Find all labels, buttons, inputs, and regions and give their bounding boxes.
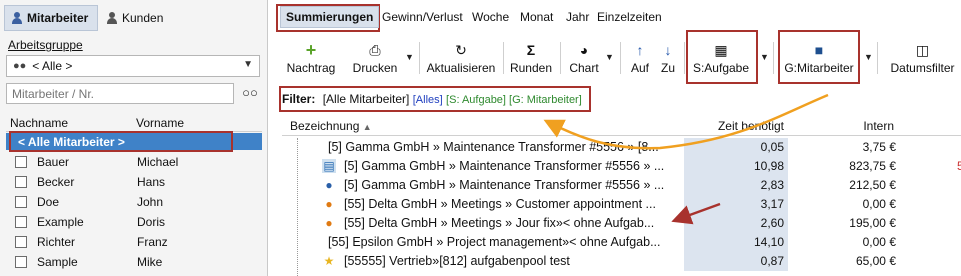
annotation-arrows <box>543 93 829 225</box>
orange-arrow <box>543 93 829 150</box>
red-arrow <box>671 202 721 225</box>
